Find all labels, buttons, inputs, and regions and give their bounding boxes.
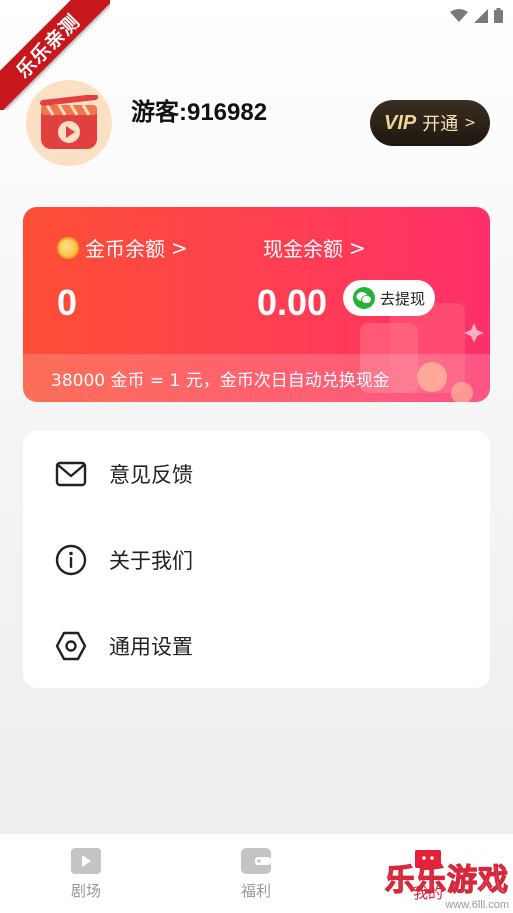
watermark-text: 乐乐游戏 — [384, 862, 509, 898]
coin-balance-link[interactable]: 金币余额 > — [57, 233, 188, 262]
watermark: 乐乐游戏 www.6lll.com — [384, 855, 509, 911]
menu-item-about[interactable]: 关于我们 — [23, 517, 490, 603]
menu-item-feedback[interactable]: 意见反馈 — [23, 431, 490, 517]
watermark-url: www.6lll.com — [445, 899, 509, 911]
vip-open-button[interactable]: VIP 开通 > — [370, 100, 490, 146]
wechat-icon — [352, 287, 375, 309]
mail-icon — [55, 461, 87, 487]
status-icons — [450, 8, 503, 23]
vip-open-label: 开通 — [422, 114, 459, 135]
chevron-right-icon: > — [171, 235, 188, 260]
cash-balance-label: 现金余额 — [263, 237, 343, 261]
tab-welfare[interactable]: 福利 — [196, 848, 316, 901]
wallet-icon — [241, 848, 271, 874]
exchange-rate-note: 38000 金币 = 1 元，金币次日自动兑换现金 — [23, 354, 490, 402]
withdraw-button[interactable]: 去提现 — [343, 280, 435, 316]
wifi-icon — [450, 8, 468, 22]
menu-item-label: 意见反馈 — [109, 463, 193, 487]
menu-item-label: 关于我们 — [109, 549, 193, 573]
menu-card: 意见反馈 关于我们 通用设置 — [23, 431, 490, 688]
play-icon — [71, 848, 101, 874]
coin-icon — [57, 236, 79, 259]
bottom-tab-bar: 剧场 福利 我的 乐乐游戏 www.6lll.com — [0, 833, 513, 913]
coin-balance-label: 金币余额 — [85, 237, 165, 261]
menu-item-settings[interactable]: 通用设置 — [23, 603, 490, 689]
avatar[interactable] — [26, 80, 112, 166]
battery-icon — [494, 8, 503, 23]
username: 游客:916982 — [131, 99, 268, 126]
cash-balance-link[interactable]: 现金余额 > — [263, 233, 366, 262]
tab-label: 剧场 — [70, 882, 101, 900]
vip-badge: VIP — [384, 111, 417, 134]
signal-icon — [474, 8, 488, 23]
cash-balance-value: 0.00 — [257, 282, 328, 323]
tab-label: 福利 — [240, 882, 271, 900]
info-icon — [55, 544, 87, 576]
tab-theater[interactable]: 剧场 — [26, 848, 146, 901]
withdraw-label: 去提现 — [379, 289, 425, 308]
balance-card: 金币余额 > 现金余额 > 0 0.00 去提现 38000 金币 = 1 元，… — [23, 207, 490, 402]
coin-balance-value: 0 — [57, 282, 78, 323]
chevron-right-icon: > — [349, 235, 366, 260]
clapperboard-icon — [40, 95, 98, 149]
chevron-right-icon: > — [464, 115, 476, 131]
menu-item-label: 通用设置 — [109, 635, 193, 659]
hexagon-settings-icon — [55, 631, 87, 661]
